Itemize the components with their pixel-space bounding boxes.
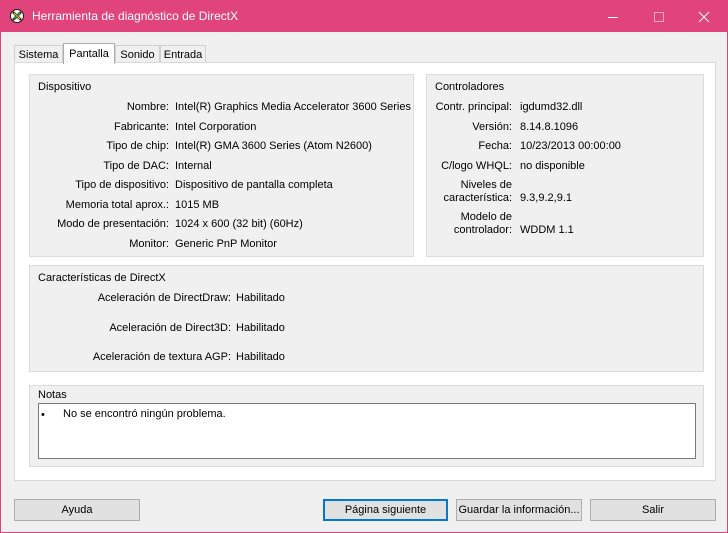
directx-feature-value: Habilitado — [236, 292, 285, 304]
next-page-button[interactable]: Página siguiente — [323, 499, 448, 521]
directx-feature-label: Aceleración de textura AGP: — [92, 351, 231, 363]
driver-value: 10/23/2013 00:00:00 — [520, 140, 621, 152]
exit-button[interactable]: Salir — [590, 499, 716, 521]
device-label: Modo de presentación: — [57, 218, 169, 230]
device-label: Tipo de chip: — [106, 140, 169, 152]
device-value: 1015 MB — [175, 199, 220, 211]
driver-value: 8.14.8.1096 — [520, 121, 579, 133]
tab-label: Sistema — [18, 49, 59, 61]
driver-value: no disponible — [520, 160, 585, 172]
window-title: Herramienta de diagnóstico de DirectX — [32, 9, 239, 23]
device-label: Fabricante: — [113, 121, 169, 133]
maximize-icon — [654, 12, 664, 22]
driver-label: C/logo WHQL: — [441, 160, 512, 172]
device-value: 1024 x 600 (32 bit) (60Hz) — [175, 218, 303, 230]
driver-model-label-line1: Modelo de — [460, 211, 512, 223]
tab-label: Sonido — [120, 49, 155, 61]
driver-value: igdumd32.dll — [520, 101, 583, 113]
device-value: Intel(R) Graphics Media Accelerator 3600… — [175, 101, 411, 113]
tab-pantalla[interactable]: Pantalla — [63, 43, 115, 64]
close-button[interactable] — [682, 1, 726, 32]
notes-textbox[interactable]: • No se encontró ningún problema. — [38, 403, 696, 459]
driver-label: Fecha: — [478, 140, 512, 152]
notes-group: Notas • No se encontró ningún problema. — [29, 385, 704, 467]
driver-label: Contr. principal: — [435, 101, 512, 113]
dxdiag-window: Herramienta de diagnóstico de DirectX Si… — [0, 0, 728, 533]
device-label: Tipo de DAC: — [103, 160, 169, 172]
driver-model-label: Modelo de controlador: — [454, 211, 512, 237]
title-bar[interactable]: Herramienta de diagnóstico de DirectX — [1, 1, 727, 32]
maximize-button[interactable] — [637, 1, 681, 32]
directx-features-group: Características de DirectX Aceleración d… — [29, 265, 704, 372]
directx-app-icon — [10, 9, 24, 23]
directx-feature-label: Aceleración de Direct3D: — [109, 322, 231, 334]
feature-levels-label-line2: característica: — [443, 192, 512, 204]
minimize-icon — [608, 17, 618, 18]
tab-entrada[interactable]: Entrada — [160, 45, 206, 63]
directx-features-title: Características de DirectX — [38, 272, 166, 284]
device-label: Tipo de dispositivo: — [75, 179, 169, 191]
feature-levels-value: 9.3,9.2,9.1 — [520, 192, 572, 204]
tab-sonido[interactable]: Sonido — [115, 45, 160, 63]
tab-label: Entrada — [163, 49, 203, 61]
notes-text: No se encontró ningún problema. — [63, 408, 226, 420]
feature-levels-label: Niveles de característica: — [444, 179, 512, 205]
device-group: Dispositivo Nombre: Intel(R) Graphics Me… — [29, 74, 414, 257]
close-icon — [698, 11, 710, 23]
device-label: Nombre: — [126, 101, 169, 113]
device-group-title: Dispositivo — [38, 81, 92, 93]
device-value: Intel Corporation — [175, 121, 257, 133]
display-tab-panel: Dispositivo Nombre: Intel(R) Graphics Me… — [14, 62, 716, 481]
tab-sistema[interactable]: Sistema — [14, 45, 63, 63]
device-value: Dispositivo de pantalla completa — [175, 179, 333, 191]
device-label: Monitor: — [129, 238, 169, 250]
drivers-group-title: Controladores — [435, 81, 505, 93]
device-value: Intel(R) GMA 3600 Series (Atom N2600) — [175, 140, 372, 152]
driver-model-label-line2: controlador: — [453, 224, 512, 236]
feature-levels-label-line1: Niveles de — [460, 179, 512, 191]
device-value: Generic PnP Monitor — [175, 238, 277, 250]
driver-label: Versión: — [472, 121, 512, 133]
notes-title: Notas — [38, 389, 67, 401]
minimize-button[interactable] — [591, 1, 635, 32]
save-info-button[interactable]: Guardar la información... — [456, 499, 582, 521]
notes-bullet: • — [41, 409, 45, 421]
driver-model-value: WDDM 1.1 — [520, 224, 574, 236]
help-button[interactable]: Ayuda — [14, 499, 140, 521]
device-label: Memoria total aprox.: — [65, 199, 169, 211]
drivers-group: Controladores Contr. principal: igdumd32… — [426, 74, 704, 257]
directx-feature-label: Aceleración de DirectDraw: — [97, 292, 231, 304]
directx-feature-value: Habilitado — [236, 351, 285, 363]
directx-feature-value: Habilitado — [236, 322, 285, 334]
tab-label: Pantalla — [69, 48, 109, 60]
device-value: Internal — [175, 160, 212, 172]
